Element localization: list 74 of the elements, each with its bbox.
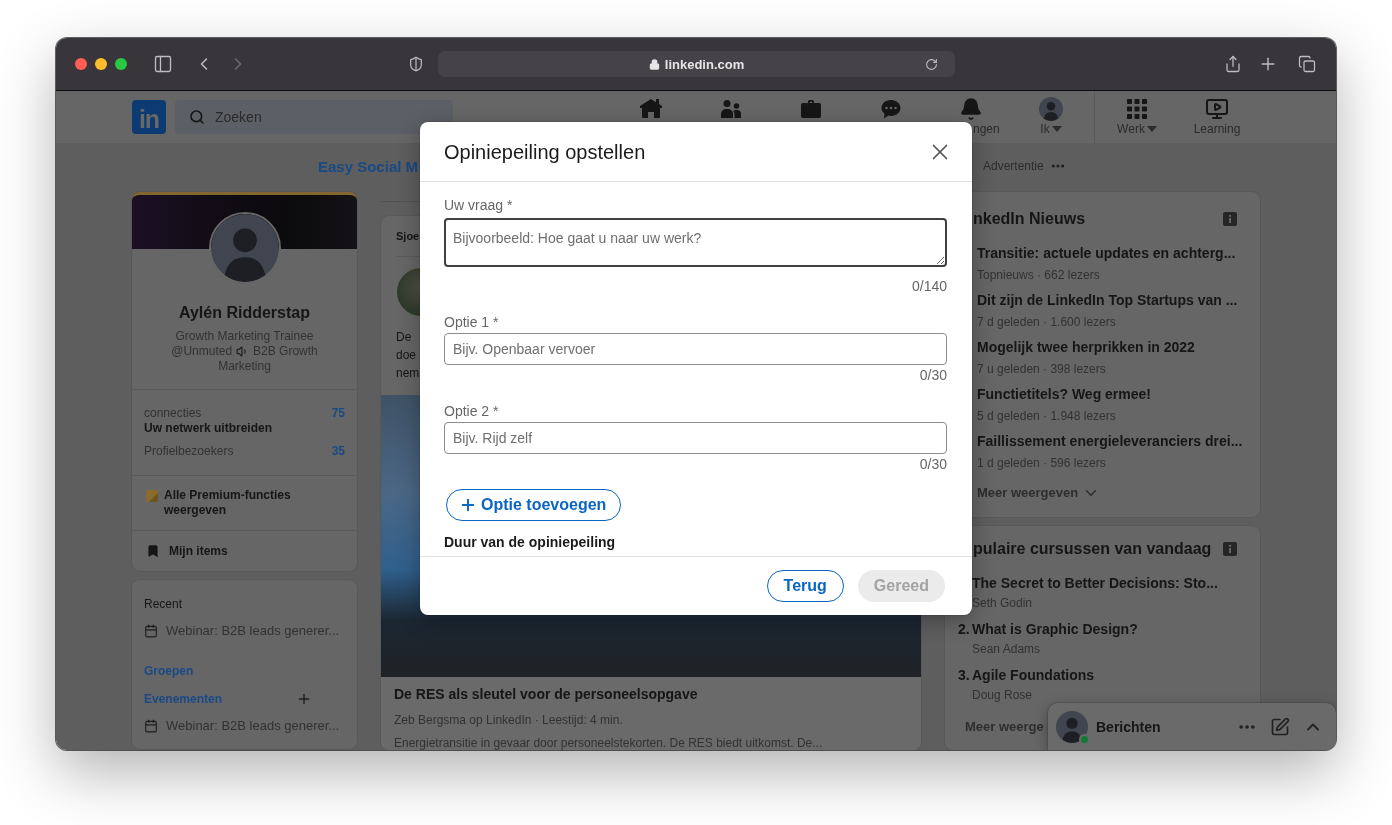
plus-icon: [459, 496, 477, 514]
grid-icon: [1125, 97, 1149, 121]
chat-icon: [879, 97, 903, 121]
saved-items-link[interactable]: Mijn items: [169, 543, 228, 559]
bookmark-icon: [146, 544, 160, 558]
video-icon: [1205, 97, 1229, 121]
nav-item[interactable]: Werk: [1097, 97, 1177, 136]
nav-item[interactable]: Ik: [1011, 97, 1091, 136]
info-icon[interactable]: [1223, 212, 1237, 226]
course-number: 3.: [958, 666, 971, 684]
field-label: Optie 2 *: [444, 402, 499, 420]
section-title: Recent: [144, 596, 183, 612]
option-field[interactable]: Bijv. Rijd zelf: [444, 422, 947, 454]
section-heading: Duur van de opiniepeiling: [444, 534, 616, 551]
avatar: [1056, 710, 1088, 743]
premium-icon: [146, 490, 158, 502]
people-icon: [719, 97, 743, 121]
plus-icon[interactable]: [296, 691, 312, 707]
minimize-window-button[interactable]: [95, 58, 107, 70]
premium-link[interactable]: Alle Premium-functies weergeven: [164, 488, 345, 518]
compose-icon[interactable]: [1270, 716, 1290, 737]
course-title[interactable]: What is Graphic Design?: [972, 620, 1138, 638]
back-button[interactable]: Terug: [766, 570, 844, 602]
course-number: 2.: [958, 620, 971, 638]
briefcase-icon: [799, 97, 823, 121]
show-more-button[interactable]: Meer weerge: [965, 718, 1044, 736]
stat-value: 35: [331, 444, 345, 459]
news-headline[interactable]: Functietitels? Weg ermee!: [977, 385, 1151, 403]
character-counter: 0/30: [919, 366, 947, 384]
lock-icon: [648, 58, 660, 70]
dialog-title: Opiniepeiling opstellen: [444, 139, 646, 165]
info-icon[interactable]: [1223, 542, 1237, 556]
character-counter: 0/140: [911, 277, 947, 295]
news-headline[interactable]: Mogelijk twee herprikken in 2022: [977, 338, 1195, 356]
shield-icon[interactable]: [408, 56, 424, 72]
character-counter: 0/30: [919, 455, 947, 473]
address-bar[interactable]: linkedin.com: [438, 51, 955, 77]
tabs-icon[interactable]: [1298, 55, 1316, 73]
post-header-text: Sjoe: [396, 230, 420, 242]
add-option-button[interactable]: Optie toevoegen: [446, 489, 622, 521]
post-text: De doe nem: [396, 329, 420, 382]
nav-item[interactable]: ngen: [931, 97, 1011, 136]
sidebar-icon[interactable]: [153, 54, 173, 74]
news-headline[interactable]: Transitie: actuele updates en achterg...: [977, 244, 1236, 262]
question-field[interactable]: Bijvoorbeeld: Hoe gaat u naar uw werk?: [444, 218, 947, 267]
calendar-icon: [144, 719, 158, 733]
profile-name[interactable]: Aylén Ridderstap: [132, 303, 357, 323]
news-headline[interactable]: Faillissement energieleveranciers drei...: [977, 432, 1243, 450]
search-icon: [189, 109, 205, 125]
messaging-title[interactable]: Berichten: [1096, 718, 1161, 735]
reload-icon[interactable]: [925, 57, 938, 71]
zoom-window-button[interactable]: [115, 58, 127, 70]
close-window-button[interactable]: [75, 58, 87, 70]
news-headline[interactable]: Dit zijn de LinkedIn Top Startups van ...: [977, 291, 1238, 309]
field-label: Optie 1 *: [444, 313, 499, 331]
field-label: Uw vraag *: [444, 196, 513, 214]
share-icon[interactable]: [1224, 55, 1242, 73]
avatar: [1039, 97, 1063, 121]
nav-item[interactable]: Learning: [1177, 97, 1257, 136]
bell-icon: [959, 97, 983, 121]
calendar-icon: [144, 624, 158, 638]
url-text: linkedin.com: [664, 56, 745, 72]
course-title[interactable]: The Secret to Better Decisions: Sto...: [972, 574, 1218, 592]
stat-value: 75: [331, 406, 345, 421]
show-more-button[interactable]: Meer weergeven: [977, 484, 1101, 502]
network-link[interactable]: Uw netwerk uitbreiden: [144, 421, 273, 436]
article-title: De RES als sleutel voor de personeelsopgave: [394, 685, 698, 703]
card-title: pulaire cursussen van vandaag: [973, 539, 1212, 559]
card-title: nkedIn Nieuws: [973, 209, 1086, 229]
logo[interactable]: in: [132, 100, 166, 134]
search-field[interactable]: Zoeken: [175, 100, 453, 134]
option-field[interactable]: Bijv. Openbaar vervoer: [444, 333, 947, 365]
home-icon: [639, 97, 663, 121]
course-title[interactable]: Agile Foundations: [972, 666, 1095, 684]
